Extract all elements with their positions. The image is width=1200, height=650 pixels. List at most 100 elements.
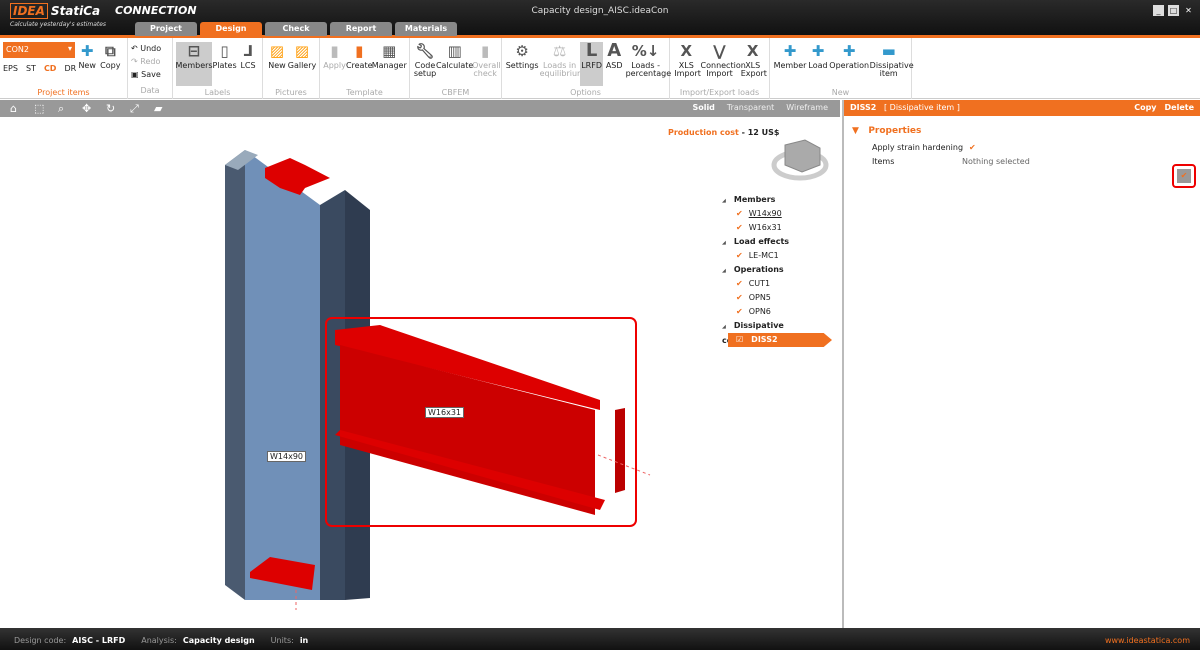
lcs-labels-button[interactable]: ⅃ LCS [237, 42, 259, 70]
tree-item[interactable]: ✔ W14x90 [722, 207, 832, 221]
loads-equilibrium-button[interactable]: ⚖ Loads in equilibrium [539, 42, 585, 78]
new-dissipative-button[interactable]: ▬ Dissipative item [869, 42, 914, 78]
plates-labels-button[interactable]: ▯ Plates [212, 42, 237, 70]
new-item-button[interactable]: ✚ New [76, 42, 98, 70]
delete-button[interactable]: Delete [1165, 103, 1194, 112]
label: LE-MC1 [748, 251, 779, 260]
check-icon[interactable]: ☑ [736, 335, 743, 344]
label: Calculate [435, 61, 474, 70]
maximize-button[interactable]: □ [1168, 5, 1179, 16]
xls-export-button[interactable]: X XLS Export [739, 42, 767, 78]
save-button[interactable]: ▣ Save [131, 68, 161, 81]
lrfd-button[interactable]: L LRFD [580, 42, 604, 86]
members-labels-button[interactable]: ⊟ Members [176, 42, 213, 86]
overall-check-button[interactable]: ▮ Overall check [472, 42, 501, 78]
view-cube[interactable] [771, 139, 829, 181]
check-icon[interactable]: ✔ [736, 223, 743, 232]
view-wireframe[interactable]: Wireframe [786, 103, 828, 112]
tree-item[interactable]: ✔ W16x31 [722, 221, 832, 235]
group-options: ⚙ Settings ⚖ Loads in equilibrium L LRFD AA… [502, 38, 672, 99]
new-picture-button[interactable]: ▨ New [266, 42, 288, 70]
mode-cd[interactable]: CD [44, 64, 57, 73]
code-setup-button[interactable]: 🔧︎ Code setup [413, 42, 437, 78]
label: W16x31 [748, 223, 782, 232]
tree-item-selected[interactable]: ☑ DISS2 [728, 333, 832, 347]
tree-item[interactable]: ✔ OPN6 [722, 305, 832, 319]
tree-header-operations[interactable]: Operations [722, 263, 832, 277]
check-icon[interactable]: ✔ [736, 279, 743, 288]
label: Settings [505, 61, 539, 70]
settings-button[interactable]: ⚙ Settings [505, 42, 539, 70]
copy-icon: ⧉ [104, 42, 116, 60]
label: Plates [212, 61, 237, 70]
calculate-button[interactable]: ▥ Calculate [435, 42, 474, 70]
view-transparent[interactable]: Transparent [727, 103, 774, 112]
close-button[interactable]: ✕ [1183, 5, 1194, 16]
minimize-button[interactable]: _ [1153, 5, 1164, 16]
new-member-button[interactable]: ✚ Member [773, 42, 807, 70]
item-name: DISS2 [850, 103, 877, 112]
group-label: Project items [37, 88, 90, 97]
label: CUT1 [748, 279, 771, 288]
apply-icon: ▮ [330, 42, 339, 60]
new-operation-button[interactable]: ✚ Operation [829, 42, 869, 70]
mode-st[interactable]: ST [26, 64, 36, 73]
tab-report[interactable]: Report [330, 22, 392, 36]
home-icon[interactable]: ⌂ [10, 102, 24, 115]
select-items-button[interactable]: ✔ [1172, 164, 1196, 188]
tab-project[interactable]: Project [135, 22, 197, 36]
tab-materials[interactable]: Materials [395, 22, 457, 36]
section-icon[interactable]: ▰ [154, 102, 168, 115]
tab-check[interactable]: Check [265, 22, 327, 36]
loads-percentage-button[interactable]: %↓ Loads - percentage [625, 42, 672, 78]
group-project-items: CON2 EPS ST CD DR ✚New ⧉Copy Project ite… [0, 38, 128, 99]
properties-section[interactable]: ▼ Properties [852, 126, 1192, 136]
redo-button[interactable]: ↷ Redo [131, 55, 160, 68]
template-manager-button[interactable]: ▦ Manager [371, 42, 407, 70]
check-icon[interactable]: ✔ [736, 293, 743, 302]
new-load-button[interactable]: ✚ Load [807, 42, 829, 70]
tab-design[interactable]: Design [200, 22, 262, 36]
label: Manager [371, 61, 407, 70]
group-label: Template [346, 88, 383, 97]
check-icon[interactable]: ✔ [736, 251, 743, 260]
operation-icon: ✚ [842, 42, 856, 60]
apply-template-button[interactable]: ▮ Apply [323, 42, 346, 70]
zoom-window-icon[interactable]: ⬚ [34, 102, 48, 115]
zoom-icon[interactable]: ⌕ [58, 102, 72, 116]
pan-icon[interactable]: ✥ [82, 102, 96, 115]
undo-button[interactable]: ↶ Undo [131, 42, 161, 55]
xls-import-button[interactable]: X XLS Import [673, 42, 701, 78]
tree-header-dissipative[interactable]: Dissipative components [722, 319, 832, 345]
label: Save [141, 70, 161, 79]
tree-header-members[interactable]: Members [722, 193, 832, 207]
tree-item[interactable]: ✔ CUT1 [722, 277, 832, 291]
manager-icon: ▦ [382, 42, 397, 60]
check-icon[interactable]: ✔ [736, 307, 743, 316]
group-labels: ⊟ Members ▯ Plates ⅃ LCS Labels [173, 38, 263, 99]
tree-header-load-effects[interactable]: Load effects [722, 235, 832, 249]
strain-hardening-checkbox[interactable]: ✔ [969, 143, 976, 152]
group-new: ✚ Member ✚ Load ✚ Operation ▬ Dissipative it… [770, 38, 914, 99]
website-link[interactable]: www.ideastatica.com [1105, 636, 1190, 645]
rotate-icon[interactable]: ↻ [106, 102, 120, 115]
mode-dr[interactable]: DR [64, 64, 76, 73]
analysis-label: Analysis: [141, 636, 177, 645]
connection-select[interactable]: CON2 [3, 42, 75, 58]
gallery-button[interactable]: ▨ Gallery [288, 42, 317, 70]
fit-icon[interactable]: ⤢ [130, 102, 144, 116]
check-icon[interactable]: ✔ [736, 209, 743, 218]
mode-eps[interactable]: EPS [3, 64, 18, 73]
analysis-value: Capacity design [182, 636, 255, 645]
tree-item[interactable]: ✔ OPN5 [722, 291, 832, 305]
create-template-button[interactable]: ▮ Create [346, 42, 373, 70]
3d-viewport[interactable]: W14x90 W16x31 [0, 117, 840, 628]
copy-item-button[interactable]: ⧉ Copy [98, 42, 122, 70]
asd-button[interactable]: A ASD [603, 42, 625, 70]
connection-import-button[interactable]: ⋁ Connection Import [700, 42, 746, 78]
group-template: ▮ Apply ▮ Create ▦ Manager Template [320, 38, 410, 99]
tree-item[interactable]: ✔ LE-MC1 [722, 249, 832, 263]
group-label: Data [140, 86, 160, 95]
copy-button[interactable]: Copy [1134, 103, 1156, 112]
view-solid[interactable]: Solid [692, 103, 714, 112]
